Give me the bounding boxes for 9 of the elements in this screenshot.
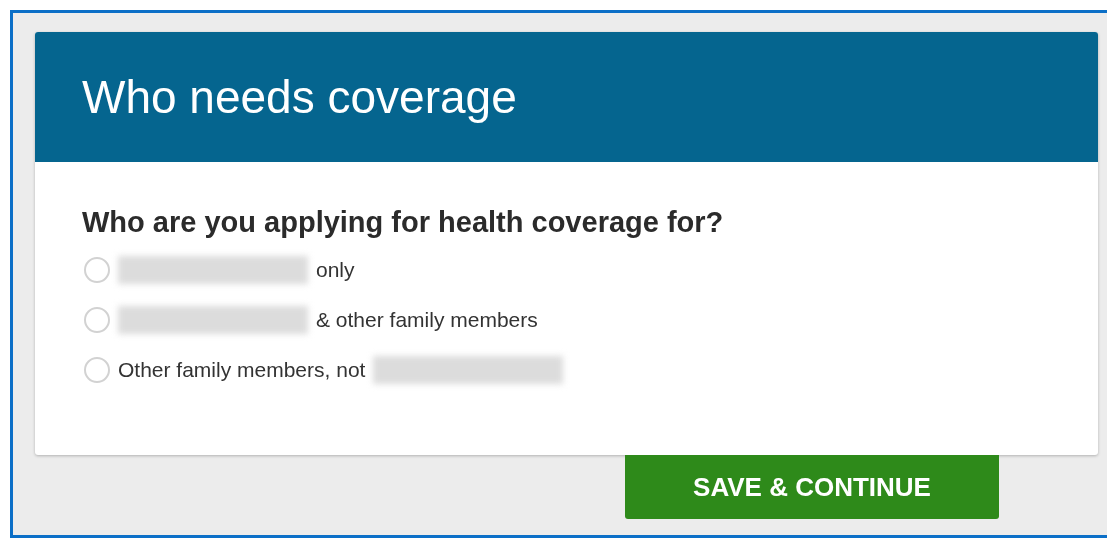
save-continue-button[interactable]: SAVE & CONTINUE xyxy=(625,455,999,519)
option-label: & other family members xyxy=(316,308,538,332)
card-title: Who needs coverage xyxy=(82,70,517,124)
radio-button[interactable] xyxy=(84,307,110,333)
option-label: only xyxy=(316,258,355,282)
radio-button[interactable] xyxy=(84,257,110,283)
radio-button[interactable] xyxy=(84,357,110,383)
option-label: Other family members, not xyxy=(118,358,366,382)
question-text: Who are you applying for health coverage for? xyxy=(82,206,725,239)
